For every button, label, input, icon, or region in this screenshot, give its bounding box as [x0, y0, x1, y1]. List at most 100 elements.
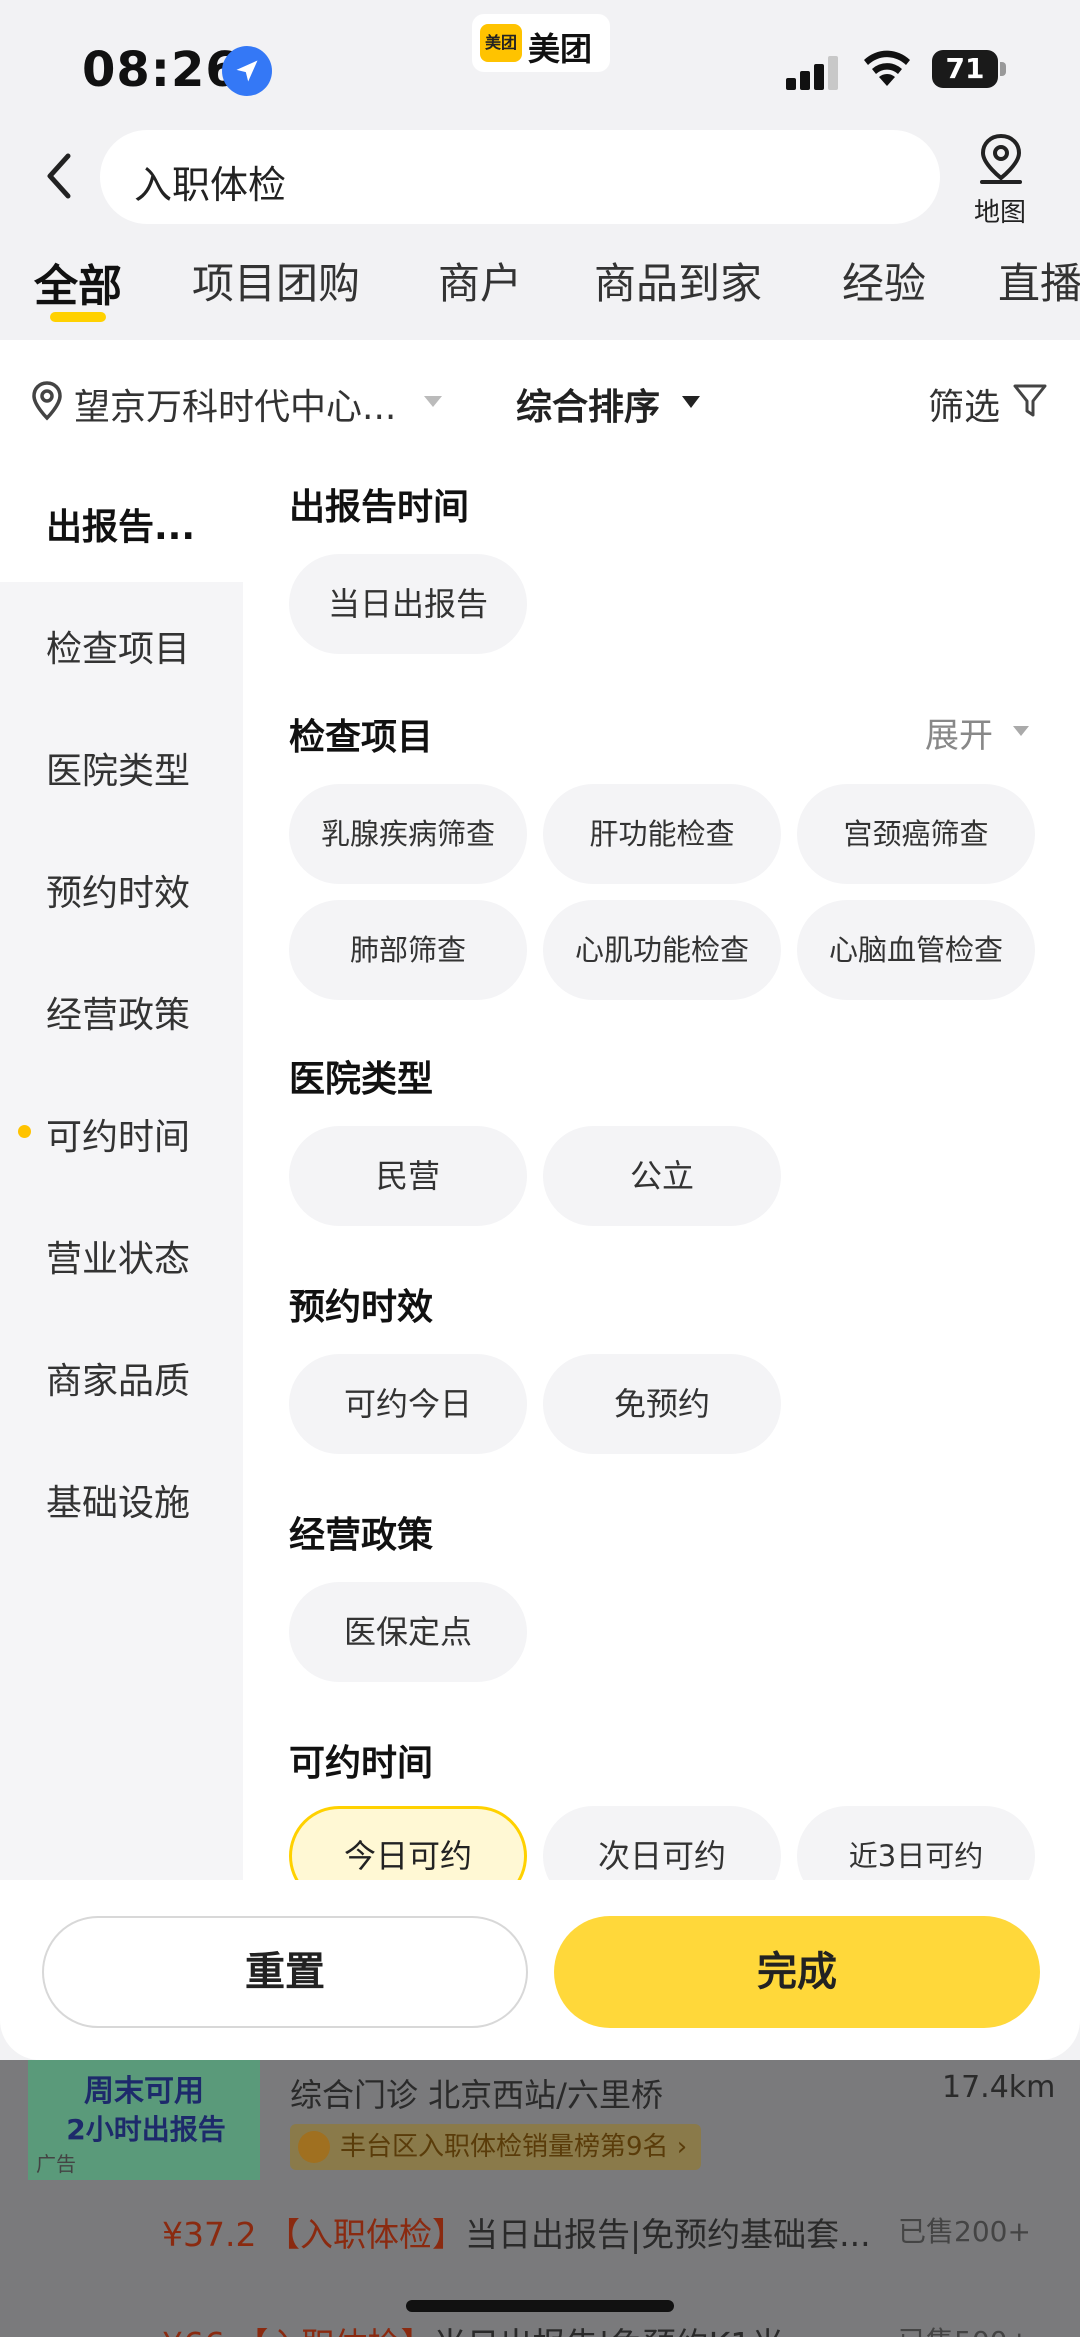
- option-chip[interactable]: 当日出报告: [289, 554, 527, 654]
- option-chip[interactable]: 近3日可约: [797, 1806, 1035, 1880]
- sidebar-item-label: 预约时效: [46, 873, 191, 914]
- tab-all[interactable]: 全部: [34, 250, 122, 314]
- status-bar: 08:26 美团 美团 71: [0, 0, 1080, 130]
- thumbnail-text: 2小时出报告: [66, 2113, 226, 2146]
- sidebar-item-merchant-quality[interactable]: 商家品质: [0, 1314, 243, 1436]
- option-chip[interactable]: 次日可约: [543, 1806, 781, 1880]
- deal-row: ¥37.2 【入职体检】当日出报告|免预约基础套...: [162, 2208, 871, 2256]
- deal-sold: 已售200+: [898, 2215, 1031, 2248]
- back-arrow-icon[interactable]: [36, 146, 86, 206]
- sort-selector[interactable]: 综合排序: [516, 378, 660, 430]
- ranking-text: 丰台区入职体检销量榜第9名 ›: [340, 2132, 688, 2162]
- app-indicator[interactable]: 美团 美团: [472, 14, 610, 72]
- location-selector[interactable]: 望京万科时代中心...: [74, 378, 396, 430]
- filter-bar: 望京万科时代中心... 综合排序 筛选: [0, 340, 1080, 460]
- ad-label: 广告: [36, 2152, 76, 2176]
- chevron-down-icon: [424, 396, 442, 407]
- sidebar-item-label: 可约时间: [46, 1117, 191, 1158]
- location-pin-icon: [32, 381, 62, 421]
- location-arrow-icon: [222, 46, 272, 96]
- option-chip-selected[interactable]: 今日可约: [289, 1806, 527, 1880]
- done-button[interactable]: 完成: [554, 1916, 1040, 2028]
- option-chip[interactable]: 民营: [289, 1126, 527, 1226]
- sidebar-item-business-status[interactable]: 营业状态: [0, 1192, 243, 1314]
- deal-sold: 已售500+: [898, 2320, 1031, 2337]
- deal-tag: 【入职体检】: [266, 2215, 465, 2254]
- dimmed-results-overlay[interactable]: 周末可用 2小时出报告 广告 综合门诊 北京西站/六里桥 17.4km 丰台区入…: [0, 2060, 1080, 2337]
- option-chip[interactable]: 宫颈癌筛查: [797, 784, 1035, 884]
- expand-chevron-down-icon: [1013, 726, 1029, 736]
- sidebar-item-label: 医院类型: [46, 751, 191, 792]
- app-name: 美团: [528, 30, 593, 68]
- sidebar-item-facilities[interactable]: 基础设施: [0, 1436, 243, 1558]
- sidebar-item-hospital-type[interactable]: 医院类型: [0, 704, 243, 826]
- option-chip[interactable]: 公立: [543, 1126, 781, 1226]
- medal-icon: [298, 2131, 330, 2163]
- sidebar-item-report-time[interactable]: 出报告...: [0, 460, 243, 582]
- tab-group-buy[interactable]: 项目团购: [192, 250, 360, 311]
- tab-merchants[interactable]: 商户: [438, 250, 522, 311]
- sidebar-item-label: 经营政策: [46, 995, 191, 1036]
- option-chip[interactable]: 心肌功能检查: [543, 900, 781, 1000]
- result-category: 综合门诊 北京西站/六里桥: [290, 2076, 663, 2114]
- option-chip[interactable]: 肝功能检查: [543, 784, 781, 884]
- deal-title: 当日出报告|免预约K1光...: [434, 2325, 816, 2337]
- sidebar-item-label: 出报告...: [46, 507, 196, 548]
- deal-price: ¥66: [162, 2325, 225, 2337]
- option-chip[interactable]: 乳腺疾病筛查: [289, 784, 527, 884]
- thumbnail-text: 周末可用: [84, 2074, 204, 2109]
- sidebar-item-label: 营业状态: [46, 1239, 191, 1280]
- map-label: 地图: [973, 198, 1026, 228]
- section-title-report-time: 出报告时间: [289, 487, 470, 528]
- battery-cap: [1000, 62, 1006, 76]
- section-title-hospital-type: 医院类型: [289, 1059, 434, 1100]
- sidebar-item-label: 检查项目: [46, 629, 191, 670]
- sidebar-item-booking[interactable]: 预约时效: [0, 826, 243, 948]
- expand-button[interactable]: 展开: [925, 708, 993, 757]
- section-title-exam-items: 检查项目: [289, 717, 434, 758]
- section-title-booking: 预约时效: [289, 1287, 434, 1328]
- filter-action-bar: 重置 完成: [0, 1880, 1080, 2060]
- search-input[interactable]: 入职体检: [100, 130, 940, 224]
- option-chip[interactable]: 可约今日: [289, 1354, 527, 1454]
- status-time: 08:26: [82, 42, 240, 98]
- sidebar-item-label: 商家品质: [46, 1361, 191, 1402]
- reset-button[interactable]: 重置: [42, 1916, 528, 2028]
- option-chip[interactable]: 心脑血管检查: [797, 900, 1035, 1000]
- home-indicator[interactable]: [406, 2300, 674, 2312]
- map-pin-icon: [980, 133, 1022, 184]
- filter-button[interactable]: 筛选: [928, 378, 1000, 430]
- sidebar-item-label: 基础设施: [46, 1483, 191, 1524]
- option-chip[interactable]: 免预约: [543, 1354, 781, 1454]
- filter-category-sidebar: 出报告... 检查项目 医院类型 预约时效 经营政策 可约时间 营业状态 商家品…: [0, 460, 243, 1880]
- sidebar-item-exam-items[interactable]: 检查项目: [0, 582, 243, 704]
- deal-row: ¥66 【入职体检】当日出报告|免预约K1光...: [162, 2318, 816, 2337]
- map-button[interactable]: 地图: [960, 132, 1040, 232]
- sidebar-item-available-time[interactable]: 可约时间: [0, 1070, 243, 1192]
- active-tab-indicator: [50, 312, 106, 322]
- deal-tag: 【入职体检】: [236, 2325, 434, 2337]
- tab-live[interactable]: 直播: [998, 250, 1080, 311]
- section-title-policy: 经营政策: [289, 1515, 434, 1556]
- sidebar-item-policy[interactable]: 经营政策: [0, 948, 243, 1070]
- selection-dot: [18, 1125, 31, 1138]
- cellular-signal-icon: [786, 56, 838, 90]
- deal-price: ¥37.2: [162, 2215, 257, 2254]
- deal-title: 当日出报告|免预约基础套...: [464, 2215, 871, 2254]
- meituan-logo-icon: 美团: [480, 24, 522, 62]
- tab-experience[interactable]: 经验: [842, 250, 926, 311]
- option-chip[interactable]: 医保定点: [289, 1582, 527, 1682]
- battery-icon: 71: [932, 50, 998, 88]
- wifi-icon: [864, 50, 910, 86]
- search-query: 入职体检: [134, 163, 287, 207]
- result-distance: 17.4km: [942, 2070, 1056, 2105]
- result-thumbnail: 周末可用 2小时出报告 广告: [28, 2060, 260, 2180]
- funnel-icon: [1013, 384, 1047, 417]
- filter-options-panel: 出报告时间 当日出报告 检查项目 展开 乳腺疾病筛查 肝功能检查 宫颈癌筛查 肺…: [243, 460, 1080, 1880]
- category-tabs: 全部 项目团购 商户 商品到家 经验 直播: [0, 250, 1080, 330]
- tab-home-delivery[interactable]: 商品到家: [594, 250, 762, 311]
- option-chip[interactable]: 肺部筛查: [289, 900, 527, 1000]
- ranking-badge: 丰台区入职体检销量榜第9名 ›: [290, 2124, 702, 2170]
- sort-chevron-down-icon: [682, 396, 700, 408]
- section-title-available-time: 可约时间: [289, 1743, 434, 1784]
